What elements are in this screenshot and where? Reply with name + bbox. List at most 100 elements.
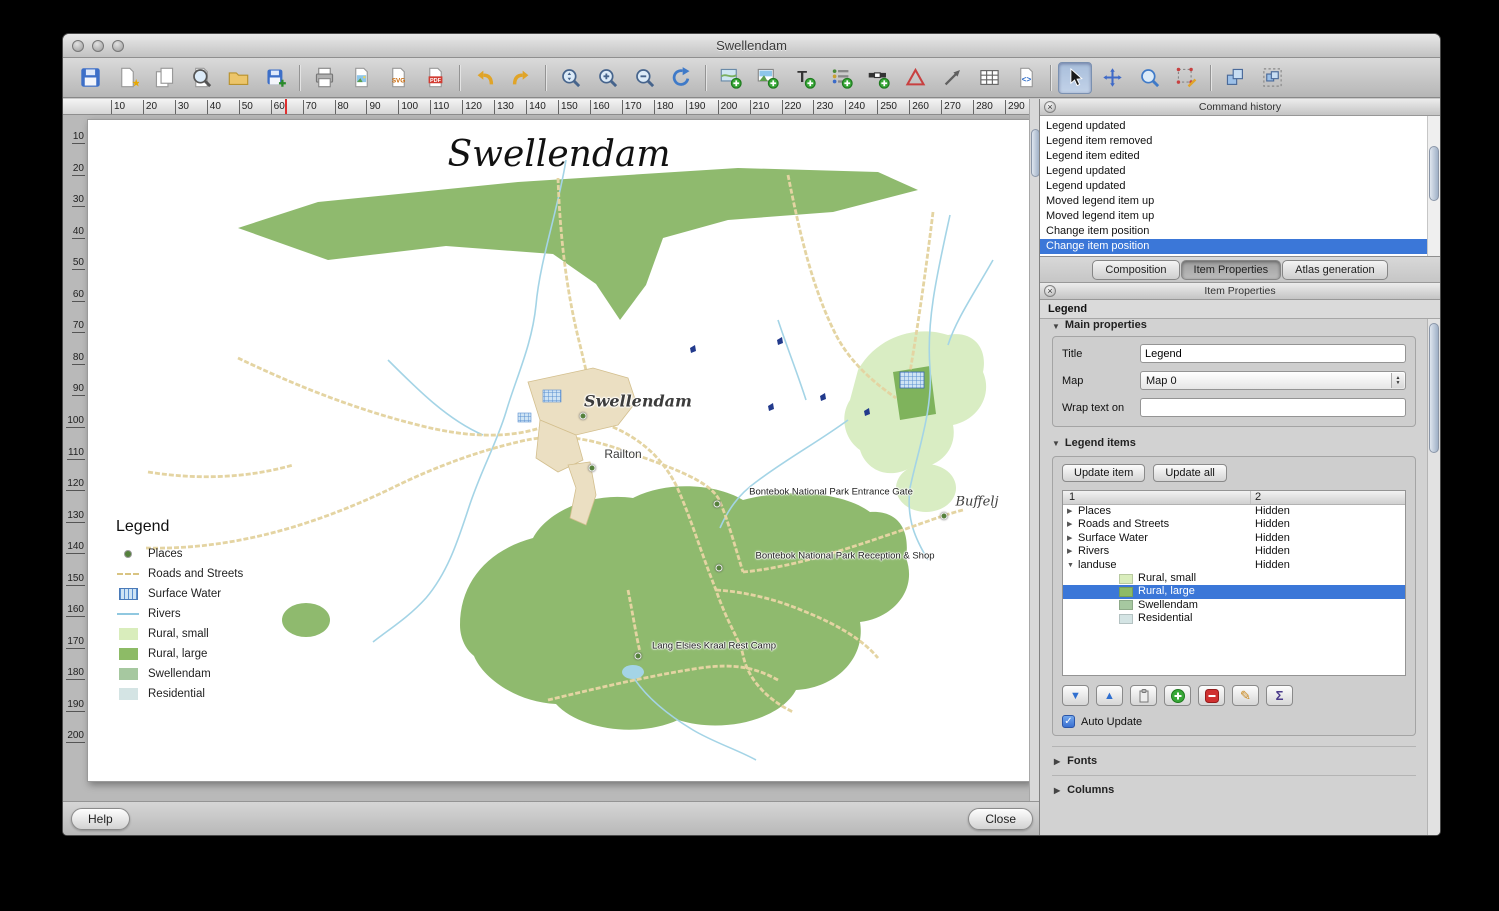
tab-composition[interactable]: Composition: [1092, 260, 1179, 280]
zoom-item-icon[interactable]: [1132, 62, 1166, 94]
tree-row[interactable]: ▶RiversHidden: [1063, 545, 1405, 558]
tab-atlas-generation[interactable]: Atlas generation: [1282, 260, 1388, 280]
expand-triangle-icon[interactable]: ▶: [1067, 518, 1078, 531]
group-items-icon[interactable]: [1255, 62, 1289, 94]
close-button[interactable]: Close: [968, 808, 1033, 830]
zoom-in-icon[interactable]: [590, 62, 624, 94]
print-icon[interactable]: [307, 62, 341, 94]
map-legend-title: Legend: [116, 518, 276, 536]
help-button[interactable]: Help: [71, 808, 130, 830]
zoom-full-icon[interactable]: [553, 62, 587, 94]
add-item-button[interactable]: [1164, 685, 1191, 706]
h-ruler-tick: 240: [845, 100, 865, 114]
item-properties-scrollbar[interactable]: [1427, 319, 1440, 835]
move-item-down-button[interactable]: ▼: [1062, 685, 1089, 706]
expand-triangle-icon[interactable]: ▶: [1067, 505, 1078, 518]
tab-item-properties[interactable]: Item Properties: [1181, 260, 1282, 280]
toolbar-separator: [545, 65, 546, 91]
add-shape-icon[interactable]: [898, 62, 932, 94]
select-move-item-icon[interactable]: [1058, 62, 1092, 94]
add-scalebar-icon[interactable]: [861, 62, 895, 94]
legend-items-tree[interactable]: 1 2 ▶PlacesHidden▶Roads and StreetsHidde…: [1062, 490, 1406, 676]
section-columns[interactable]: ▶Columns: [1052, 775, 1416, 804]
undo-icon[interactable]: [467, 62, 501, 94]
close-panel-icon[interactable]: ×: [1044, 101, 1056, 113]
zoom-window-button[interactable]: [112, 40, 124, 52]
composition-page[interactable]: Swellendam SwellendamRailtonBontebok Nat…: [87, 119, 1031, 782]
update-item-button[interactable]: Update item: [1062, 464, 1145, 482]
command-history-scrollbar-thumb[interactable]: [1429, 146, 1439, 201]
section-fonts[interactable]: ▶Fonts: [1052, 746, 1416, 775]
map-legend[interactable]: Legend PlacesRoads and StreetsSurface Wa…: [116, 518, 276, 708]
command-history-item[interactable]: Legend item edited: [1040, 149, 1427, 164]
save-project-icon[interactable]: [73, 62, 107, 94]
place-marker-dot: [635, 653, 642, 660]
close-window-button[interactable]: [72, 40, 84, 52]
tree-row[interactable]: Swellendam: [1063, 599, 1405, 612]
command-history-scrollbar[interactable]: [1427, 116, 1440, 256]
duplicate-composer-icon[interactable]: [147, 62, 181, 94]
dialog-footer: Help Close: [63, 801, 1041, 835]
canvas-area[interactable]: 1020304050607080901001101201301401501601…: [63, 99, 1041, 801]
map-place-label: Buffelj: [955, 495, 998, 510]
combo-stepper-icon[interactable]: ▲▼: [1391, 373, 1404, 388]
command-history-list[interactable]: Legend updatedLegend item removedLegend …: [1040, 116, 1440, 257]
add-label-icon[interactable]: T: [787, 62, 821, 94]
edit-nodes-icon[interactable]: [1169, 62, 1203, 94]
wrap-text-input[interactable]: [1140, 398, 1406, 417]
command-history-item[interactable]: Change item position: [1040, 239, 1427, 254]
zoom-out-icon[interactable]: [627, 62, 661, 94]
auto-update-checkbox[interactable]: ✓: [1062, 715, 1075, 728]
composer-manager-icon[interactable]: [184, 62, 218, 94]
expand-triangle-icon[interactable]: ▶: [1067, 545, 1078, 558]
export-pdf-icon[interactable]: PDF: [418, 62, 452, 94]
save-template-icon[interactable]: [258, 62, 292, 94]
command-history-item[interactable]: Legend updated: [1040, 119, 1427, 134]
sum-button[interactable]: Σ: [1266, 685, 1293, 706]
command-history-item[interactable]: Legend updated: [1040, 164, 1427, 179]
load-template-icon[interactable]: [221, 62, 255, 94]
add-legend-icon[interactable]: [824, 62, 858, 94]
tree-row[interactable]: ▶PlacesHidden: [1063, 505, 1405, 518]
export-svg-icon[interactable]: SVG: [381, 62, 415, 94]
expand-triangle-icon[interactable]: ▼: [1067, 559, 1078, 572]
count-features-button[interactable]: [1130, 685, 1157, 706]
command-history-item[interactable]: Change item position: [1040, 224, 1427, 239]
close-item-properties-icon[interactable]: ×: [1044, 285, 1056, 297]
remove-item-button[interactable]: [1198, 685, 1225, 706]
command-history-item[interactable]: Moved legend item up: [1040, 209, 1427, 224]
update-all-button[interactable]: Update all: [1153, 464, 1227, 482]
raise-items-icon[interactable]: [1218, 62, 1252, 94]
legend-title-input[interactable]: [1140, 344, 1406, 363]
tree-row[interactable]: ▶Surface WaterHidden: [1063, 532, 1405, 545]
tree-row[interactable]: Rural, small: [1063, 572, 1405, 585]
command-history-item[interactable]: Moved legend item up: [1040, 194, 1427, 209]
move-item-up-button[interactable]: ▲: [1096, 685, 1123, 706]
refresh-icon[interactable]: [664, 62, 698, 94]
item-properties-scrollbar-thumb[interactable]: [1429, 323, 1439, 453]
h-ruler-tick: 120: [462, 100, 482, 114]
command-history-item[interactable]: Legend updated: [1040, 179, 1427, 194]
tree-row[interactable]: Residential: [1063, 612, 1405, 625]
legend-items-section[interactable]: ▼ Legend items: [1052, 437, 1416, 449]
redo-icon[interactable]: [504, 62, 538, 94]
tree-row[interactable]: ▶Roads and StreetsHidden: [1063, 518, 1405, 531]
add-html-icon[interactable]: <>: [1009, 62, 1043, 94]
add-image-icon[interactable]: [750, 62, 784, 94]
map-select[interactable]: Map 0 ▲▼: [1140, 371, 1406, 390]
expand-triangle-icon[interactable]: ▶: [1067, 532, 1078, 545]
add-table-icon[interactable]: [972, 62, 1006, 94]
titlebar[interactable]: Swellendam: [63, 34, 1440, 58]
command-history-item[interactable]: Legend item removed: [1040, 134, 1427, 149]
move-item-content-icon[interactable]: [1095, 62, 1129, 94]
add-arrow-icon[interactable]: [935, 62, 969, 94]
edit-item-button[interactable]: ✎: [1232, 685, 1259, 706]
export-image-icon[interactable]: [344, 62, 378, 94]
tree-row[interactable]: ▼landuseHidden: [1063, 559, 1405, 572]
h-ruler-tick: 110: [430, 100, 449, 114]
tree-row[interactable]: Rural, large: [1063, 585, 1405, 598]
new-composer-icon[interactable]: ★: [110, 62, 144, 94]
main-properties-section[interactable]: ▼ Main properties: [1052, 320, 1416, 331]
add-map-icon[interactable]: [713, 62, 747, 94]
minimize-window-button[interactable]: [92, 40, 104, 52]
